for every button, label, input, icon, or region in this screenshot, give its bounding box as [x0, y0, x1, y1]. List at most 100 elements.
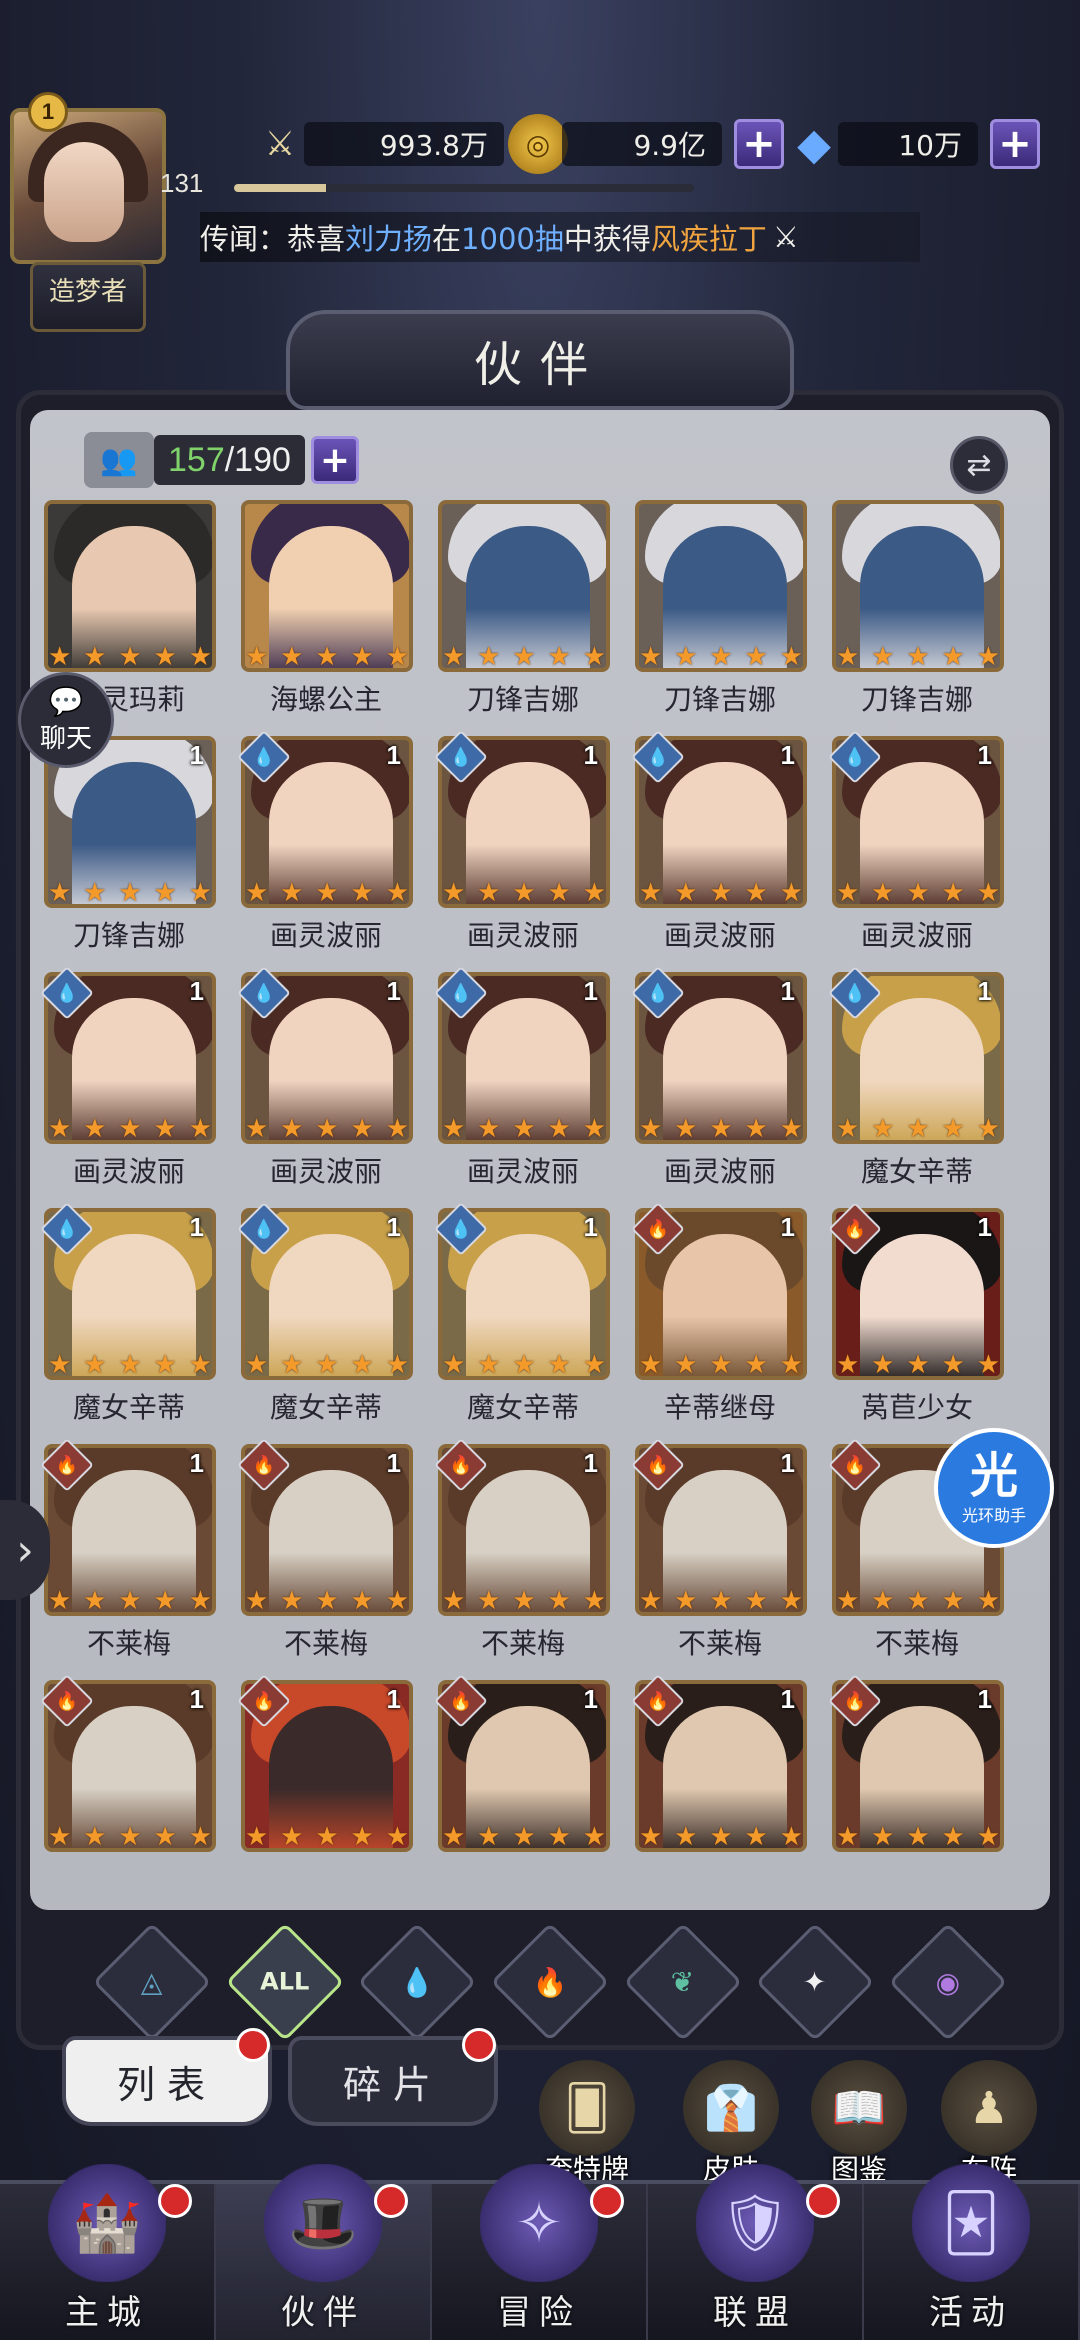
chess-pieces-icon: ♟ [941, 2060, 1037, 2156]
add-diamond-button[interactable]: + [990, 119, 1040, 169]
filter-wind-icon[interactable]: ◬ [92, 1922, 212, 2042]
star-icon: ★ [280, 878, 304, 908]
hero-card[interactable]: 💧 1 ★ ★ ★ ★ ★ 魔女辛蒂 [237, 1198, 415, 1434]
star-icon: ★ [906, 878, 930, 908]
star-icon: ★ [976, 1350, 1000, 1380]
hero-card[interactable]: 💧 1 ★ ★ ★ ★ ★ 魔女辛蒂 [434, 1198, 612, 1434]
hero-grid-viewport[interactable]: ★ ★ ★ ★ ★ 仙灵玛莉 ★ ★ ★ ★ ★ 海螺公主 ★ ★ ★ ★ ★ 刀锋吉娜 ★ ★ ★ ★ ★ 刀锋吉娜 ★ ★ ★ ★… [40, 500, 1040, 1860]
hero-card[interactable]: 💧 1 ★ ★ ★ ★ ★ 魔女辛蒂 [828, 962, 1006, 1198]
compass-icon: ✧ [480, 2164, 598, 2282]
hero-stars: ★ ★ ★ ★ ★ [48, 1586, 212, 1616]
star-icon: ★ [512, 1114, 536, 1144]
hero-card[interactable]: 💧 1 ★ ★ ★ ★ ★ 画灵波丽 [631, 726, 809, 962]
star-icon: ★ [188, 1114, 212, 1144]
hero-card[interactable]: 🔥 1 ★ ★ ★ ★ ★ 辛蒂继母 [631, 1198, 809, 1434]
star-icon: ★ [83, 1114, 107, 1144]
star-icon: ★ [280, 1586, 304, 1616]
star-icon: ★ [153, 1586, 177, 1616]
hero-card[interactable]: 💧 1 ★ ★ ★ ★ ★ 画灵波丽 [631, 962, 809, 1198]
nav-adventure[interactable]: ✧ 冒险 [432, 2164, 648, 2340]
star-icon: ★ [512, 642, 536, 672]
star-icon: ★ [350, 1114, 374, 1144]
sort-toggle-icon[interactable]: ⇄ [950, 436, 1008, 494]
star-icon: ★ [674, 878, 698, 908]
filter-water-icon[interactable]: 💧 [357, 1922, 477, 2042]
hero-name: 莴苣少女 [860, 1391, 973, 1424]
star-icon: ★ [744, 1114, 768, 1144]
star-icon: ★ [779, 1350, 803, 1380]
star-icon: ★ [153, 1114, 177, 1144]
hero-card[interactable]: ★ ★ ★ ★ ★ 刀锋吉娜 [631, 500, 809, 726]
hero-count: 1 [583, 740, 598, 770]
hero-card[interactable]: 🔥1★★★★★剑刃皮诺 [631, 1670, 809, 1860]
hero-name: 画灵波丽 [269, 919, 382, 952]
star-icon: ★ [48, 1586, 72, 1616]
filter-nature-icon[interactable]: ❦ [623, 1922, 743, 2042]
partner-count-current: 157 [168, 440, 225, 479]
gold-coin-icon: ◎ [508, 114, 568, 174]
star-icon: ★ [245, 1350, 269, 1380]
star-icon: ★ [512, 878, 536, 908]
hero-card[interactable]: 💧 1 ★ ★ ★ ★ ★ 画灵波丽 [40, 962, 218, 1198]
sword-icon: ⚔ [264, 124, 296, 164]
star-icon: ★ [118, 642, 142, 672]
hero-count: 1 [386, 1448, 401, 1478]
star-icon: ★ [639, 1822, 663, 1852]
player-avatar[interactable] [10, 108, 166, 264]
player-title-badge[interactable]: 造梦者 ◆◆◆ [30, 262, 146, 436]
add-gold-button[interactable]: + [734, 119, 784, 169]
star-icon: ★ [976, 1114, 1000, 1144]
hero-card[interactable]: 💧 1 ★ ★ ★ ★ ★ 画灵波丽 [237, 726, 415, 962]
chat-button[interactable]: 💬 聊天 [18, 672, 114, 768]
filter-dark-icon[interactable]: ◉ [888, 1922, 1008, 2042]
star-icon: ★ [245, 1114, 269, 1144]
hero-card[interactable]: 🔥1★★★★★不莱梅 [434, 1434, 612, 1670]
helper-button[interactable]: 光 光环助手 [934, 1428, 1054, 1548]
star-icon: ★ [941, 1350, 965, 1380]
avatar-face [44, 142, 124, 242]
hero-card[interactable]: 💧 1 ★ ★ ★ ★ ★ 魔女辛蒂 [40, 1198, 218, 1434]
nav-city[interactable]: 🏰 主城 [0, 2164, 216, 2340]
hero-card[interactable]: 🔥1★★★★★不莱梅 [237, 1434, 415, 1670]
hero-card[interactable]: ★ ★ ★ ★ ★ 刀锋吉娜 [828, 500, 1006, 726]
hero-card[interactable]: 🔥1★★★★★剑刃皮诺 [434, 1670, 612, 1860]
star-icon: ★ [582, 1114, 606, 1144]
nav-partners[interactable]: 🎩 伙伴 [216, 2164, 432, 2340]
hero-count: 1 [583, 1448, 598, 1478]
star-icon: ★ [188, 1350, 212, 1380]
nav-events[interactable]: 🃏 活动 [864, 2164, 1080, 2340]
hero-card[interactable]: 🔥1★★★★★剑客佩罗 [237, 1670, 415, 1860]
hero-card[interactable]: 💧 1 ★ ★ ★ ★ ★ 画灵波丽 [434, 962, 612, 1198]
star-icon: ★ [547, 1114, 571, 1144]
hero-count: 1 [780, 1448, 795, 1478]
star-icon: ★ [315, 1586, 339, 1616]
star-icon: ★ [385, 1822, 409, 1852]
nav-alliance[interactable]: 🛡 联盟 [648, 2164, 864, 2340]
star-icon: ★ [280, 1350, 304, 1380]
hero-card[interactable]: ★ ★ ★ ★ ★ 海螺公主 [237, 500, 415, 726]
hero-card[interactable]: 🔥1★★★★★不莱梅 [40, 1434, 218, 1670]
hero-card[interactable]: ★ ★ ★ ★ ★ 刀锋吉娜 [434, 500, 612, 726]
nav-alliance-label: 联盟 [713, 2293, 797, 2333]
hero-card[interactable]: 🔥1★★★★★剑刃皮诺 [828, 1670, 1006, 1860]
star-icon: ★ [315, 1114, 339, 1144]
hero-card[interactable]: 🔥1★★★★★不莱梅 [631, 1434, 809, 1670]
hero-card[interactable]: 💧 1 ★ ★ ★ ★ ★ 画灵波丽 [434, 726, 612, 962]
hero-count: 1 [977, 740, 992, 770]
filter-light-icon[interactable]: ✦ [755, 1922, 875, 2042]
star-icon: ★ [188, 1586, 212, 1616]
star-icon: ★ [744, 1822, 768, 1852]
star-icon: ★ [976, 878, 1000, 908]
hero-card[interactable]: 💧 1 ★ ★ ★ ★ ★ 画灵波丽 [237, 962, 415, 1198]
hero-name: 画灵波丽 [269, 1155, 382, 1188]
hero-card[interactable]: 🔥 1 ★ ★ ★ ★ ★ 莴苣少女 [828, 1198, 1006, 1434]
hero-card[interactable]: 🔥1★★★★★不莱梅 [40, 1670, 218, 1860]
codex-button[interactable]: 📖 图鉴 [804, 2060, 914, 2188]
filter-all[interactable]: ALL [225, 1922, 345, 2042]
hero-stars: ★ ★ ★ ★ ★ [442, 878, 606, 908]
hero-count: 1 [977, 1212, 992, 1242]
hero-stars: ★ ★ ★ ★ ★ [836, 878, 1000, 908]
hero-card[interactable]: 💧 1 ★ ★ ★ ★ ★ 画灵波丽 [828, 726, 1006, 962]
filter-fire-icon[interactable]: 🔥 [490, 1922, 610, 2042]
expand-capacity-button[interactable]: + [310, 436, 359, 484]
